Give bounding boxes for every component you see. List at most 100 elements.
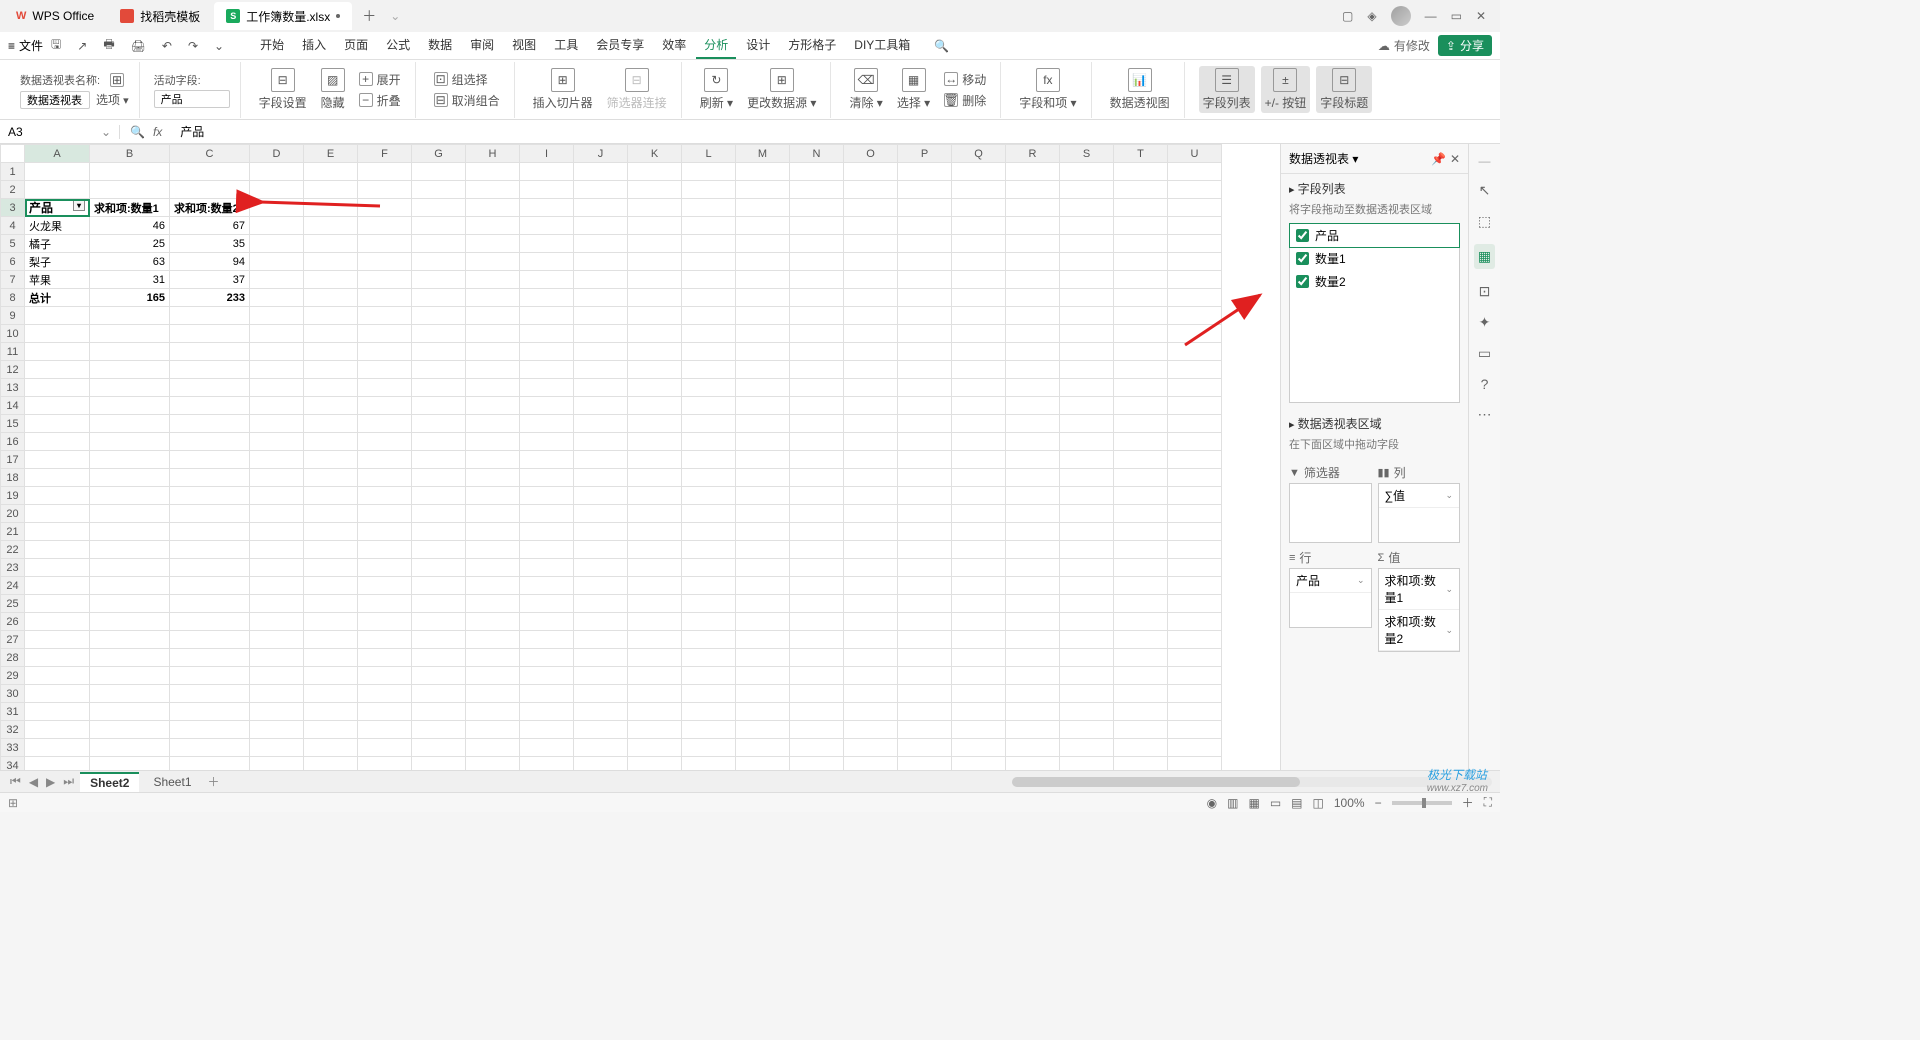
cell[interactable] (844, 379, 898, 397)
cell[interactable] (25, 649, 90, 667)
cell[interactable] (412, 415, 466, 433)
chevron-down-icon[interactable]: ⌄ (101, 125, 111, 139)
column-header[interactable]: S (1060, 145, 1114, 163)
cell[interactable] (520, 541, 574, 559)
cell[interactable] (1060, 163, 1114, 181)
cell[interactable] (898, 685, 952, 703)
ungroup-button[interactable]: ⊟取消组合 (430, 90, 504, 111)
cell[interactable] (790, 505, 844, 523)
cell[interactable] (574, 505, 628, 523)
cell[interactable] (90, 397, 170, 415)
cell[interactable] (574, 613, 628, 631)
zoom-value[interactable]: 100% (1334, 796, 1365, 810)
cell[interactable] (682, 667, 736, 685)
cell[interactable] (844, 541, 898, 559)
cell[interactable] (1168, 289, 1222, 307)
cell[interactable] (1168, 739, 1222, 757)
zoom-out-button[interactable]: − (1375, 796, 1382, 810)
cell[interactable] (898, 505, 952, 523)
cell[interactable] (25, 379, 90, 397)
cell[interactable] (1006, 469, 1060, 487)
cell[interactable] (412, 289, 466, 307)
zoom-in-button[interactable]: ＋ (1462, 794, 1474, 811)
cell[interactable] (358, 271, 412, 289)
cell[interactable] (844, 343, 898, 361)
cell[interactable] (520, 397, 574, 415)
cell[interactable] (170, 577, 250, 595)
cell[interactable] (466, 451, 520, 469)
grid-icon[interactable]: ▦ (1248, 796, 1259, 810)
cell[interactable] (250, 433, 304, 451)
cell[interactable] (628, 703, 682, 721)
cell[interactable] (1168, 217, 1222, 235)
cell[interactable] (1006, 649, 1060, 667)
cell[interactable] (466, 433, 520, 451)
maximize-button[interactable]: ▭ (1451, 9, 1462, 23)
row-header[interactable]: 8 (1, 289, 25, 307)
cell[interactable] (520, 721, 574, 739)
cell[interactable] (170, 325, 250, 343)
cell[interactable] (1168, 685, 1222, 703)
cell[interactable] (250, 577, 304, 595)
cell[interactable] (1060, 757, 1114, 771)
cell[interactable] (250, 667, 304, 685)
cell[interactable] (952, 433, 1006, 451)
cell[interactable] (170, 703, 250, 721)
cell[interactable] (682, 361, 736, 379)
cell[interactable] (466, 631, 520, 649)
cell[interactable] (574, 163, 628, 181)
cell[interactable] (952, 541, 1006, 559)
cell[interactable] (1060, 649, 1114, 667)
cell[interactable] (574, 361, 628, 379)
cell[interactable] (520, 253, 574, 271)
cell[interactable] (250, 253, 304, 271)
cell[interactable] (736, 739, 790, 757)
cell[interactable] (1060, 559, 1114, 577)
cell[interactable] (466, 667, 520, 685)
cell[interactable] (1006, 685, 1060, 703)
cell[interactable] (358, 559, 412, 577)
menu-tab[interactable]: 开始 (252, 32, 292, 59)
cell[interactable] (304, 505, 358, 523)
row-header[interactable]: 1 (1, 163, 25, 181)
cell[interactable] (1006, 703, 1060, 721)
cell[interactable] (574, 343, 628, 361)
cell[interactable] (1114, 433, 1168, 451)
cell[interactable] (736, 253, 790, 271)
cell[interactable] (358, 397, 412, 415)
cell[interactable] (844, 397, 898, 415)
cell[interactable] (304, 343, 358, 361)
pivot-panel-icon[interactable]: ▦ (1474, 244, 1495, 269)
cell[interactable] (1114, 541, 1168, 559)
cell[interactable] (1006, 325, 1060, 343)
cell[interactable] (1114, 289, 1168, 307)
close-icon[interactable]: ✕ (1450, 152, 1460, 166)
cell[interactable] (250, 199, 304, 217)
cell[interactable] (25, 415, 90, 433)
cell[interactable] (574, 181, 628, 199)
cell[interactable] (628, 163, 682, 181)
help-icon[interactable]: ? (1481, 376, 1489, 392)
cell[interactable] (574, 577, 628, 595)
cell[interactable] (412, 649, 466, 667)
style-icon[interactable]: ⬚ (1478, 213, 1491, 230)
cell[interactable] (1114, 271, 1168, 289)
cell[interactable] (520, 577, 574, 595)
cell[interactable] (790, 559, 844, 577)
cell[interactable] (1168, 397, 1222, 415)
cell[interactable] (736, 361, 790, 379)
cell[interactable] (736, 325, 790, 343)
row-header[interactable]: 32 (1, 721, 25, 739)
cell[interactable] (898, 703, 952, 721)
cell[interactable] (952, 379, 1006, 397)
cell[interactable] (952, 451, 1006, 469)
cell[interactable] (952, 523, 1006, 541)
delete-button[interactable]: 🗑删除 (940, 90, 990, 111)
cell[interactable] (1006, 415, 1060, 433)
cell[interactable] (844, 721, 898, 739)
cell[interactable] (1060, 667, 1114, 685)
cell[interactable] (358, 469, 412, 487)
menu-tab[interactable]: 设计 (738, 32, 778, 59)
cell[interactable] (736, 757, 790, 771)
fields-items-button[interactable]: fx字段和项 ▾ (1015, 66, 1080, 113)
